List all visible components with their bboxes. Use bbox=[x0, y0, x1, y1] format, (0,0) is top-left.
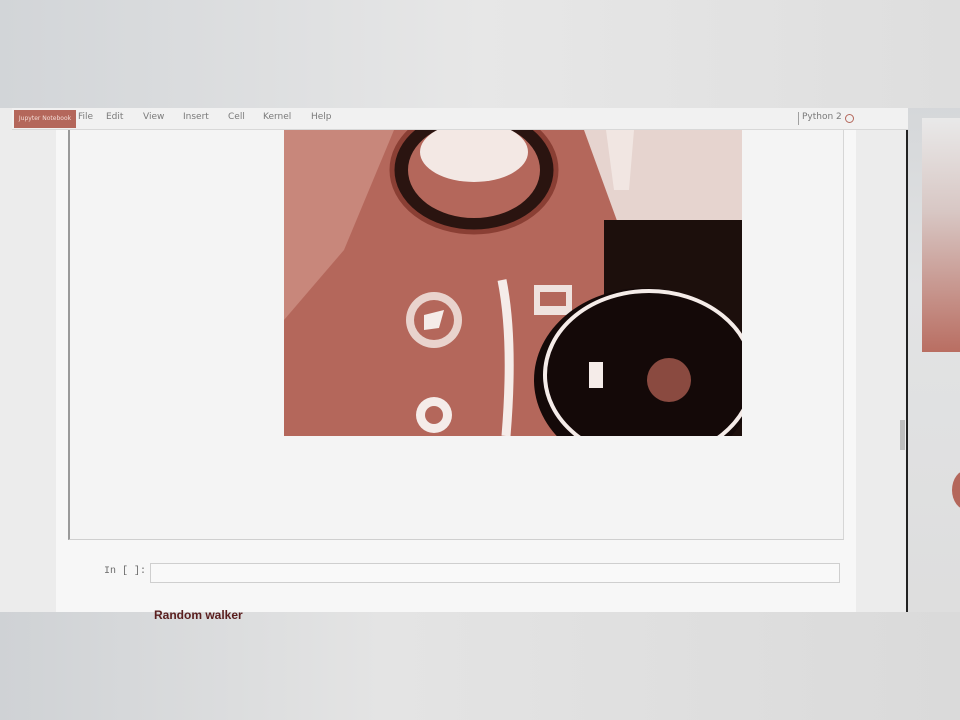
kernel-name: Python 2 bbox=[802, 112, 842, 122]
menu-kernel[interactable]: Kernel bbox=[263, 112, 291, 122]
background-circle-fragment bbox=[952, 470, 960, 510]
markdown-heading: Random walker bbox=[154, 608, 243, 622]
menu-file[interactable]: File bbox=[78, 112, 93, 122]
menu-bar: Jupyter Notebook File Edit View Insert C… bbox=[12, 108, 908, 130]
output-cell[interactable] bbox=[68, 130, 844, 540]
kernel-separator bbox=[798, 112, 799, 125]
menu-cell[interactable]: Cell bbox=[228, 112, 245, 122]
astronaut-image-svg bbox=[284, 130, 742, 436]
notebook-window: Jupyter Notebook File Edit View Insert C… bbox=[0, 108, 908, 622]
jupyter-logo[interactable]: Jupyter Notebook bbox=[14, 110, 76, 128]
input-prompt: In [ ]: bbox=[104, 566, 147, 577]
desktop-background-top bbox=[0, 0, 960, 108]
desktop-background-bottom bbox=[0, 612, 960, 720]
background-window-fragment bbox=[922, 118, 960, 352]
scrollbar-thumb[interactable] bbox=[900, 420, 905, 450]
kernel-status-icon bbox=[845, 114, 854, 123]
logo-text: Jupyter Notebook bbox=[18, 115, 72, 122]
menu-help[interactable]: Help bbox=[311, 112, 332, 122]
menu-insert[interactable]: Insert bbox=[183, 112, 209, 122]
menu-edit[interactable]: Edit bbox=[106, 112, 123, 122]
astronaut-output-image bbox=[284, 130, 742, 436]
notebook-container: In [ ]: Random walker bbox=[56, 130, 856, 622]
code-cell-input[interactable] bbox=[150, 563, 840, 583]
menu-view[interactable]: View bbox=[143, 112, 164, 122]
